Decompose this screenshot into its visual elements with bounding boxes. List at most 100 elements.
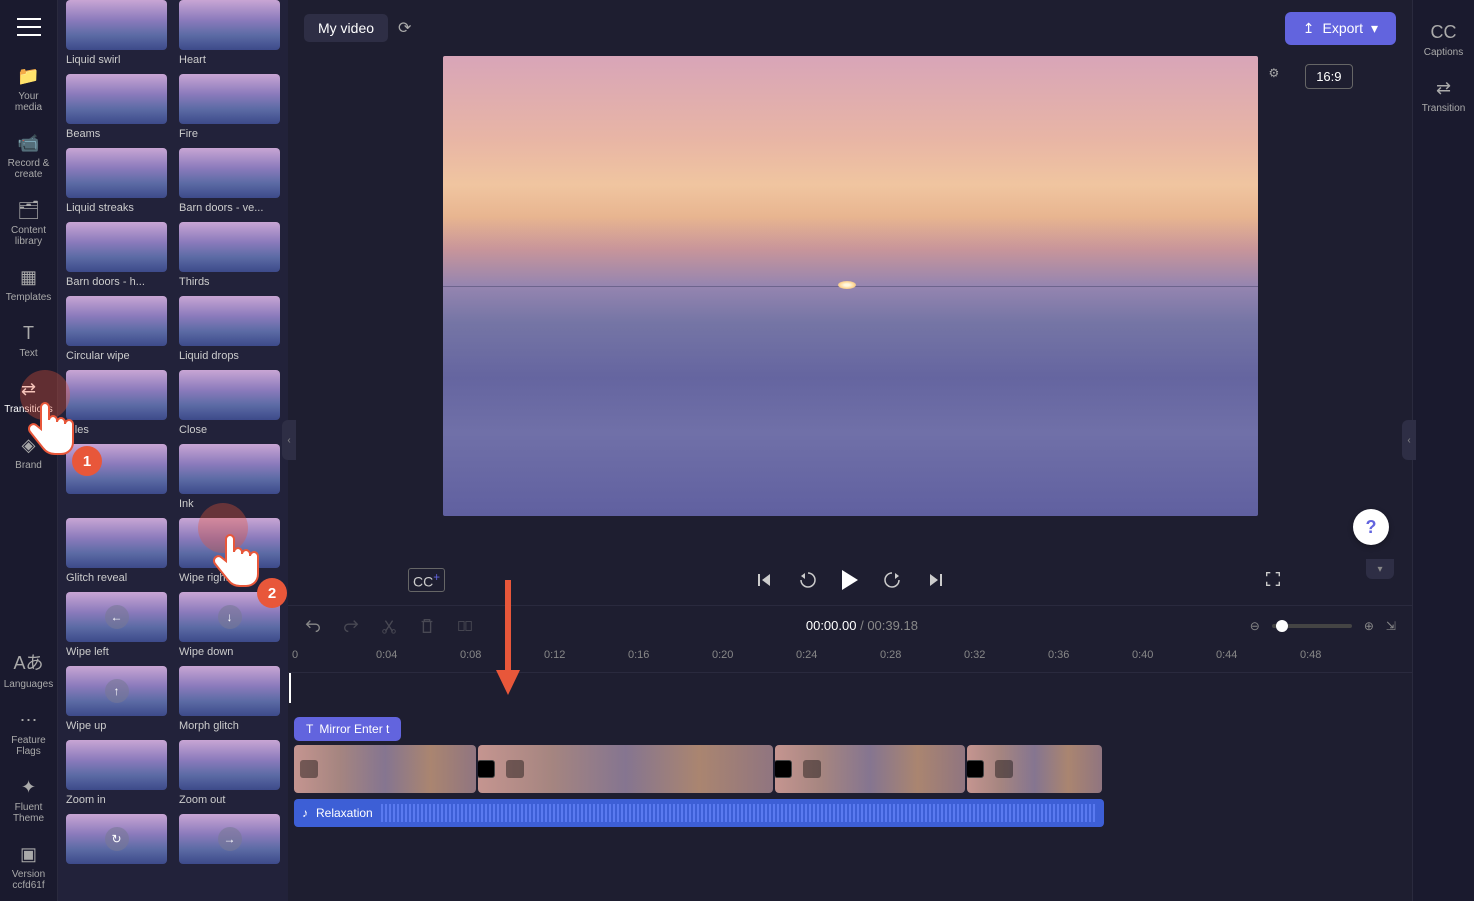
playhead[interactable] [289, 673, 291, 703]
nav-transitions[interactable]: ⇄ Transitions [4, 369, 54, 425]
timeline-ruler[interactable]: 00:040:080:120:160:200:240:280:320:360:4… [288, 645, 1412, 673]
transitions-icon: ⇄ [4, 379, 54, 400]
transition-item[interactable]: ↓Wipe down [179, 592, 280, 658]
fit-button[interactable]: ⇲ [1386, 619, 1396, 633]
chevron-down-icon: ▾ [1371, 20, 1378, 37]
prev-button[interactable] [754, 570, 774, 590]
nav-templates[interactable]: ▦ Templates [4, 257, 54, 313]
redo-button[interactable] [342, 617, 360, 635]
transition-item[interactable]: Morph glitch [179, 666, 280, 732]
transition-marker[interactable] [967, 760, 984, 778]
transition-item[interactable]: ←Wipe left [66, 592, 167, 658]
nav-fluent-theme[interactable]: ✦ Fluent Theme [4, 767, 54, 834]
transition-item[interactable]: Fire [179, 74, 280, 140]
text-clip-label: Mirror Enter t [319, 722, 389, 736]
preview-chevron-down[interactable]: ▾ [1366, 559, 1394, 579]
settings-icon[interactable]: ⚙ [1269, 66, 1293, 90]
top-bar: My video ⟳ ↥ Export ▾ [288, 0, 1412, 56]
expand-right-panel[interactable]: ‹ [1402, 420, 1416, 460]
transition-item[interactable]: Tiles [66, 370, 167, 436]
timeline[interactable]: 00:040:080:120:160:200:240:280:320:360:4… [288, 645, 1412, 901]
video-clip[interactable] [775, 745, 965, 793]
captions-toggle[interactable]: CC+ [408, 568, 445, 593]
nav-transition-right[interactable]: ⇄ Transition [1422, 68, 1466, 124]
video-clip[interactable] [967, 745, 1102, 793]
zoom-in-button[interactable]: ⊕ [1364, 619, 1374, 633]
transition-item[interactable]: Circular wipe [66, 296, 167, 362]
transitions-panel[interactable]: Liquid swirlHeartBeamsFireLiquid streaks… [58, 0, 288, 901]
volume-icon[interactable] [300, 760, 318, 778]
transition-item[interactable]: → [179, 814, 280, 868]
nav-label: Transition [1422, 103, 1466, 114]
nav-content-library[interactable]: 🗂 Content library [4, 190, 54, 257]
sync-icon[interactable]: ⟳ [398, 18, 411, 38]
collapse-transitions-panel[interactable]: ‹ [282, 420, 296, 460]
transition-item[interactable]: ↻ [66, 814, 167, 868]
rewind-button[interactable] [798, 570, 818, 590]
transition-marker[interactable] [775, 760, 792, 778]
transition-item[interactable]: ↑Wipe up [66, 666, 167, 732]
transition-item[interactable]: Liquid drops [179, 296, 280, 362]
transition-item[interactable] [66, 444, 167, 510]
video-clip[interactable] [478, 745, 773, 793]
nav-brand[interactable]: ◈ Brand [4, 425, 54, 481]
fullscreen-button[interactable] [1264, 570, 1282, 591]
nav-label: Captions [1424, 47, 1463, 58]
video-track [294, 745, 1104, 793]
nav-feature-flags[interactable]: ⋯ Feature Flags [4, 700, 54, 767]
text-clip[interactable]: T Mirror Enter t [294, 717, 401, 741]
transition-item[interactable]: Thirds [179, 222, 280, 288]
transition-item[interactable]: Liquid swirl [66, 0, 167, 66]
nav-label: Text [19, 348, 37, 359]
undo-button[interactable] [304, 617, 322, 635]
transition-item[interactable]: Liquid streaks [66, 148, 167, 214]
preview-area: ⚙ 16:9 [288, 56, 1412, 555]
aspect-ratio-badge[interactable]: 16:9 [1305, 64, 1352, 89]
help-label: ? [1366, 517, 1377, 538]
ruler-tick: 0:24 [796, 649, 817, 661]
zoom-slider[interactable] [1272, 624, 1352, 628]
transition-item[interactable]: Ink [179, 444, 280, 510]
cut-button[interactable] [380, 617, 398, 635]
transition-label: Barn doors - h... [66, 276, 167, 288]
transition-item[interactable]: Glitch reveal [66, 518, 167, 584]
zoom-out-button[interactable]: ⊖ [1250, 619, 1260, 633]
play-button[interactable] [842, 570, 858, 590]
nav-languages[interactable]: Aあ Languages [4, 639, 54, 700]
transition-label: Zoom out [179, 794, 280, 806]
nav-label: Fluent Theme [13, 802, 44, 824]
upload-icon: ↥ [1303, 20, 1315, 37]
transition-item[interactable]: Beams [66, 74, 167, 140]
transition-item[interactable]: Wipe right [179, 518, 280, 584]
transition-item[interactable]: Zoom in [66, 740, 167, 806]
next-button[interactable] [926, 570, 946, 590]
project-title[interactable]: My video [304, 14, 388, 42]
volume-icon[interactable] [803, 760, 821, 778]
left-sidebar: 📁 Your media 📹 Record & create 🗂 Content… [0, 0, 58, 901]
split-button[interactable] [456, 617, 474, 635]
nav-record-create[interactable]: 📹 Record & create [4, 123, 54, 190]
nav-your-media[interactable]: 📁 Your media [4, 56, 54, 123]
nav-version[interactable]: ▣ Version ccfd61f [4, 834, 54, 901]
transition-item[interactable]: Barn doors - ve... [179, 148, 280, 214]
audio-clip[interactable]: ♪ Relaxation [294, 799, 1104, 827]
nav-label: Templates [6, 292, 52, 303]
audio-label: Relaxation [316, 806, 373, 820]
hamburger-menu-button[interactable] [17, 18, 41, 36]
nav-text[interactable]: T Text [4, 313, 54, 369]
transition-marker[interactable] [478, 760, 495, 778]
video-clip[interactable] [294, 745, 476, 793]
forward-button[interactable] [882, 570, 902, 590]
transition-item[interactable]: Close [179, 370, 280, 436]
volume-icon[interactable] [995, 760, 1013, 778]
delete-button[interactable] [418, 617, 436, 635]
transition-item[interactable]: Barn doors - h... [66, 222, 167, 288]
transition-item[interactable]: Heart [179, 0, 280, 66]
video-preview[interactable]: ⚙ 16:9 [443, 56, 1258, 516]
volume-icon[interactable] [506, 760, 524, 778]
nav-captions[interactable]: CC Captions [1424, 12, 1463, 68]
help-button[interactable]: ? [1353, 509, 1389, 545]
transition-item[interactable]: Zoom out [179, 740, 280, 806]
feature-flags-icon: ⋯ [4, 710, 54, 731]
export-button[interactable]: ↥ Export ▾ [1285, 12, 1396, 45]
